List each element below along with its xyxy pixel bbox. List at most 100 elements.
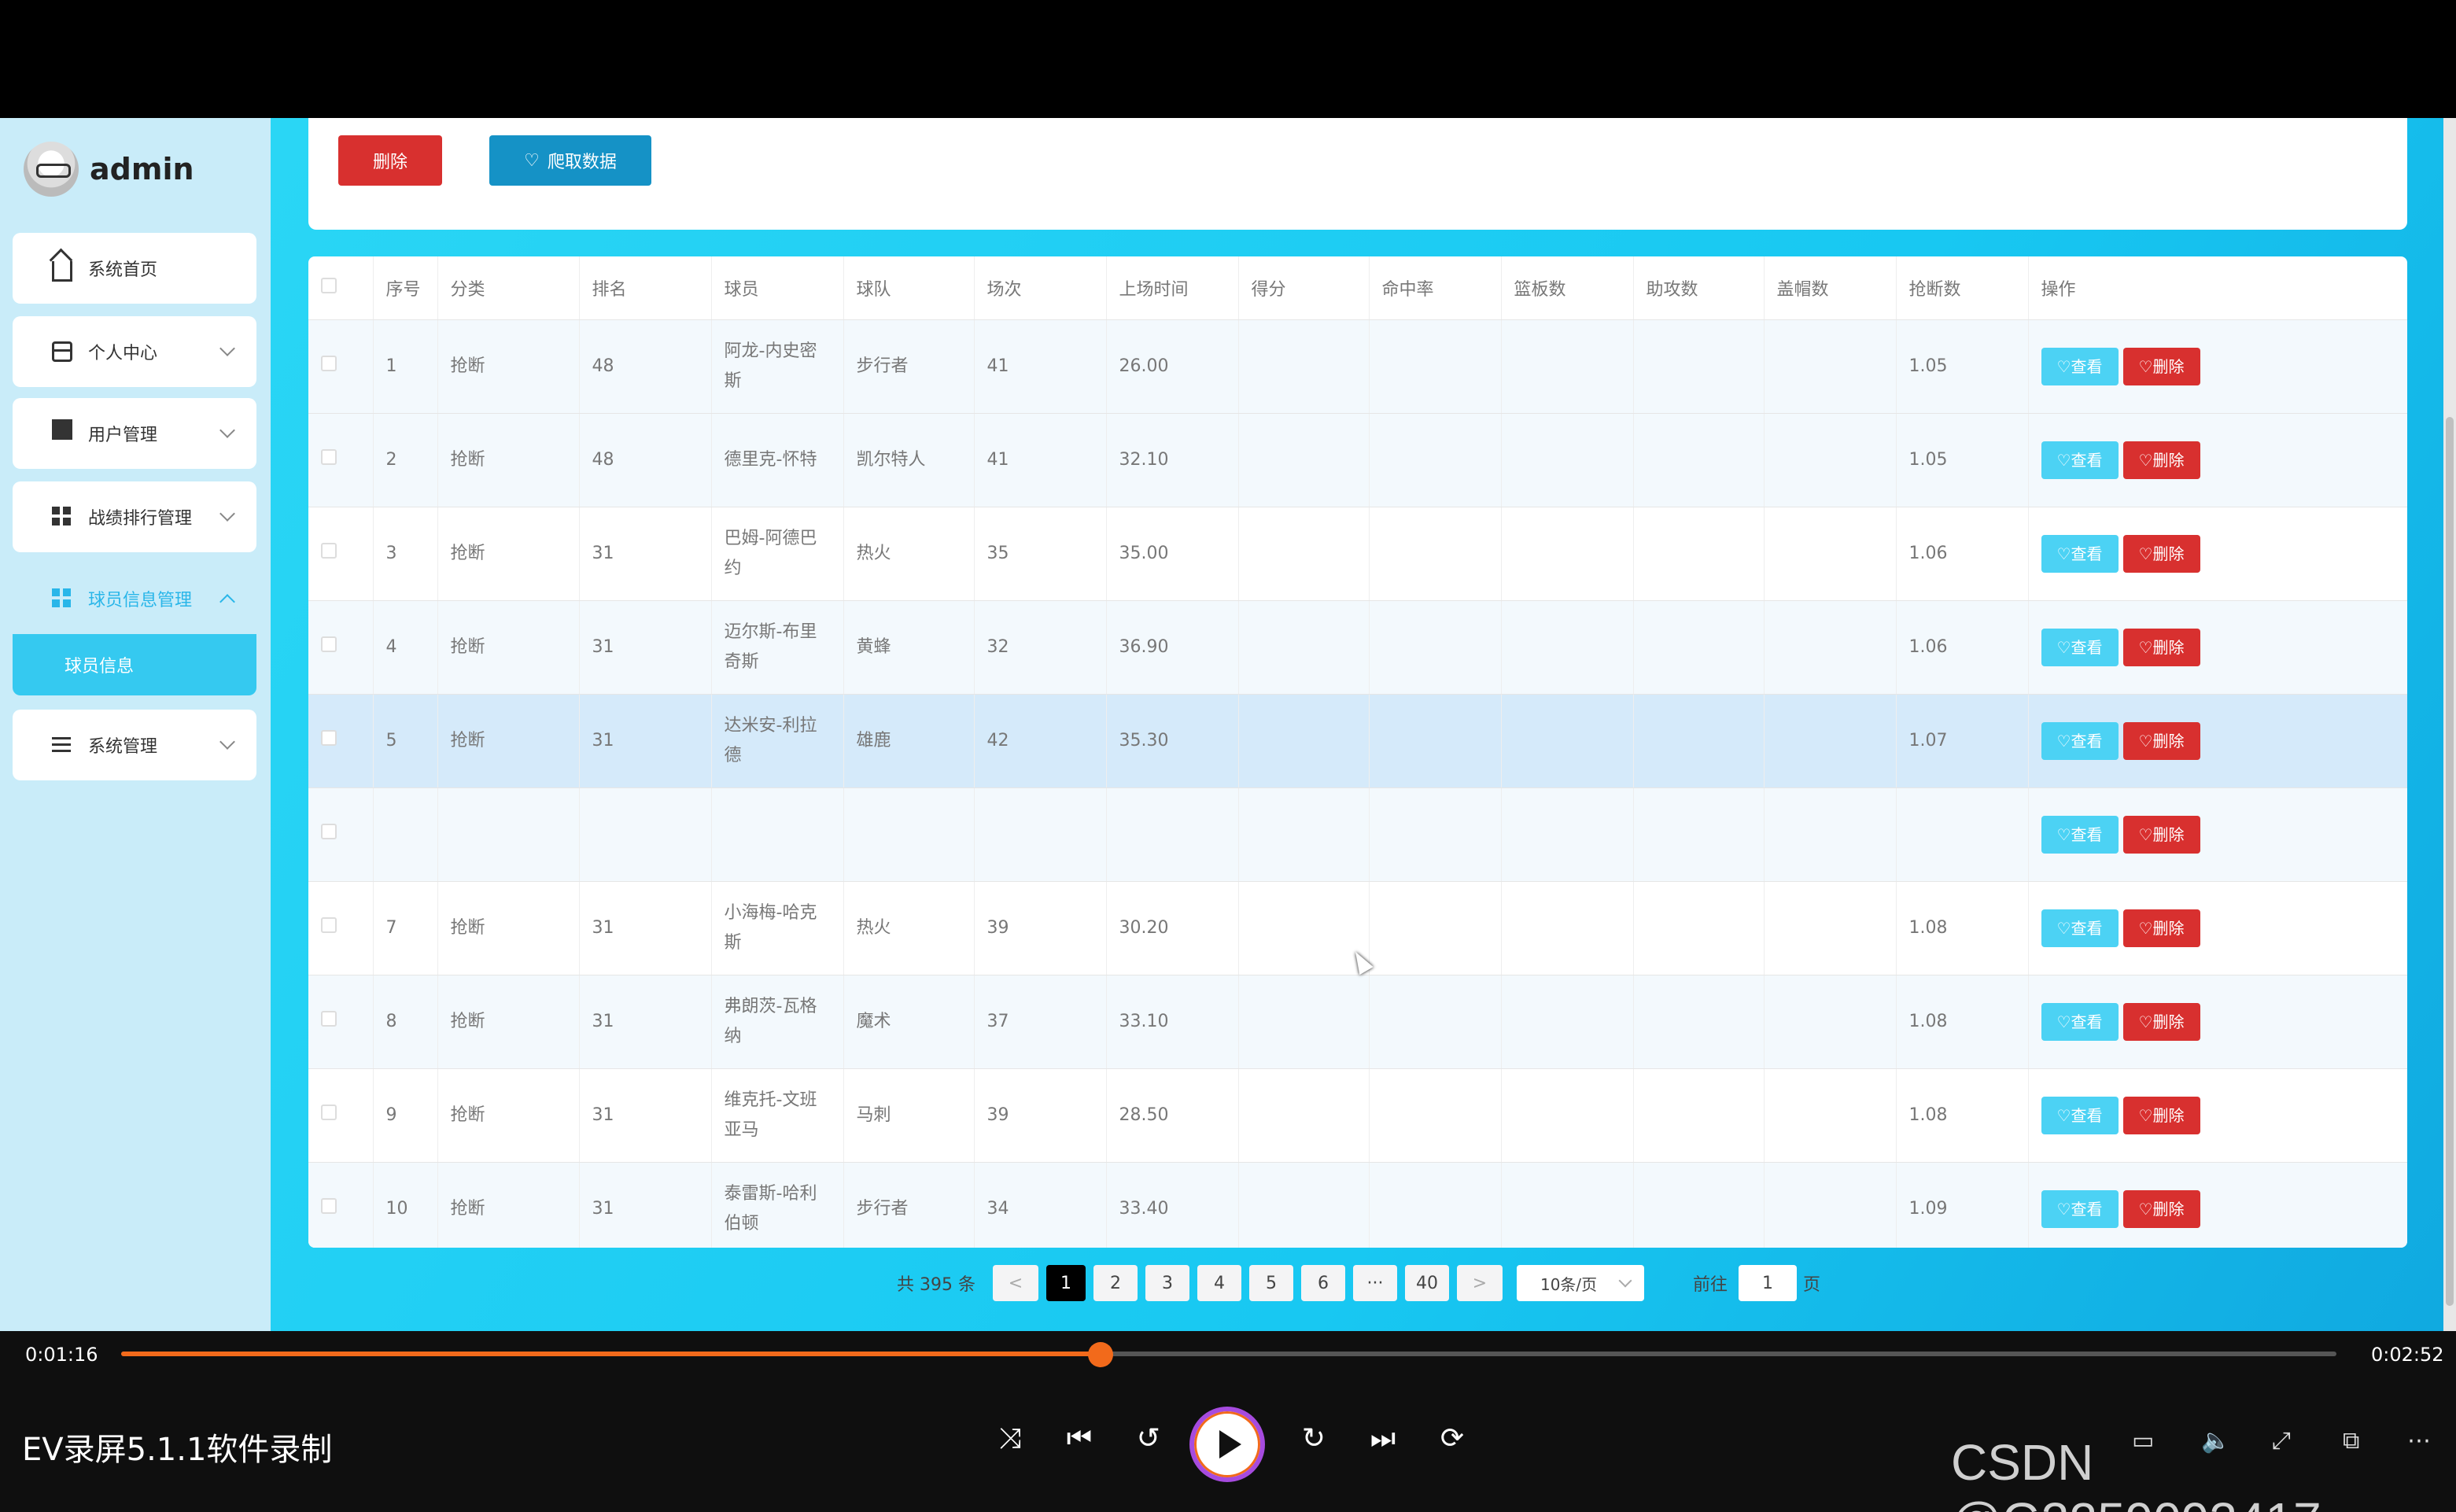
- cell-actions: ♡ 查看 ♡ 删除: [2028, 694, 2407, 788]
- next-icon[interactable]: ⏭: [1359, 1422, 1407, 1455]
- row-checkbox[interactable]: [321, 542, 337, 559]
- sidebar-item-system-management[interactable]: 系统管理: [13, 710, 256, 780]
- row-delete-button[interactable]: ♡ 删除: [2122, 909, 2200, 947]
- row-delete-button[interactable]: ♡ 删除: [2122, 534, 2200, 573]
- row-delete-button[interactable]: ♡ 删除: [2122, 1189, 2200, 1228]
- select-all-checkbox[interactable]: [321, 277, 337, 293]
- heart-icon: ♡: [2056, 356, 2071, 376]
- page-button[interactable]: 4: [1197, 1265, 1241, 1301]
- cell-category: 抢断: [437, 694, 580, 788]
- page-button[interactable]: 6: [1300, 1265, 1345, 1301]
- view-button[interactable]: ♡ 查看: [2041, 721, 2119, 760]
- view-button[interactable]: ♡ 查看: [2041, 1002, 2119, 1041]
- page-button[interactable]: 3: [1145, 1265, 1189, 1301]
- row-checkbox-cell[interactable]: [308, 1068, 374, 1163]
- view-button[interactable]: ♡ 查看: [2041, 1189, 2119, 1228]
- row-delete-button[interactable]: ♡ 删除: [2122, 721, 2200, 760]
- view-button[interactable]: ♡ 查看: [2041, 534, 2119, 573]
- sidebar-item-label: 系统首页: [88, 260, 158, 280]
- view-button[interactable]: ♡ 查看: [2041, 1096, 2119, 1134]
- previous-icon[interactable]: ⏮: [1056, 1422, 1103, 1455]
- row-delete-button[interactable]: ♡ 删除: [2122, 628, 2200, 666]
- column-header: 得分: [1238, 256, 1370, 320]
- page-button[interactable]: 40: [1404, 1265, 1449, 1301]
- sidebar-item-player-info-management[interactable]: 球员信息管理: [13, 563, 256, 634]
- sidebar-item-home[interactable]: 系统首页: [13, 233, 256, 304]
- view-button[interactable]: ♡ 查看: [2041, 815, 2119, 854]
- row-checkbox[interactable]: [321, 355, 337, 371]
- crawl-data-button[interactable]: ♡ 爬取数据: [489, 135, 651, 186]
- row-checkbox[interactable]: [321, 823, 337, 839]
- cell-no: 2: [373, 413, 438, 507]
- view-button[interactable]: ♡ 查看: [2041, 441, 2119, 479]
- sidebar-item-ranking-management[interactable]: 战绩排行管理: [13, 481, 256, 552]
- table-row[interactable]: 2 抢断 48 德里克-怀特 凯尔特人 41 32.10 1.05 ♡ 查看 ♡ 删除: [308, 413, 2407, 507]
- sidebar-item-personal-center[interactable]: 个人中心: [13, 316, 256, 387]
- row-delete-button[interactable]: ♡ 删除: [2122, 815, 2200, 854]
- view-button[interactable]: ♡ 查看: [2041, 347, 2119, 385]
- app-window: admin 系统首页 个人中心 用户管理 战绩排行管理 球员信息管理 球员信息: [0, 118, 2456, 1331]
- page-button[interactable]: 1: [1045, 1265, 1086, 1301]
- row-checkbox-cell[interactable]: [308, 1162, 374, 1248]
- pagination: 共 395 条 < 1 2 3 4 5 6 ··· 40 > 10条/页 前往 …: [897, 1265, 1820, 1301]
- heart-icon: ♡: [2138, 1012, 2153, 1031]
- bulk-delete-button[interactable]: 删除: [338, 135, 442, 186]
- goto-page-input[interactable]: 1: [1739, 1265, 1797, 1301]
- column-header: 序号: [373, 256, 438, 320]
- more-pages-button[interactable]: ···: [1352, 1265, 1397, 1301]
- view-button[interactable]: ♡ 查看: [2041, 628, 2119, 666]
- select-all-cell[interactable]: [308, 256, 374, 320]
- row-checkbox-cell[interactable]: [308, 694, 374, 788]
- row-checkbox[interactable]: [321, 636, 337, 652]
- row-checkbox-cell[interactable]: [308, 600, 374, 695]
- table-row[interactable]: 1 抢断 48 阿龙-内史密斯 步行者 41 26.00 1.05 ♡ 查看 ♡ 删除: [308, 319, 2407, 414]
- cell-games: 42: [974, 694, 1107, 788]
- forward-icon[interactable]: ↻: [1290, 1422, 1337, 1455]
- row-checkbox-cell[interactable]: [308, 319, 374, 414]
- progress-handle[interactable]: [1087, 1342, 1113, 1367]
- row-checkbox[interactable]: [321, 729, 337, 746]
- row-checkbox[interactable]: [321, 1010, 337, 1027]
- row-checkbox[interactable]: [321, 916, 337, 933]
- row-checkbox-cell[interactable]: [308, 881, 374, 975]
- page-size-select[interactable]: 10条/页: [1516, 1265, 1644, 1301]
- page-button[interactable]: 2: [1093, 1265, 1138, 1301]
- table-row[interactable]: 8 抢断 31 弗朗茨-瓦格纳 魔术 37 33.10 1.08 ♡ 查看 ♡ 删除: [308, 975, 2407, 1069]
- cell-no: 1: [373, 319, 438, 414]
- cell-player: 德里克-怀特: [711, 413, 844, 507]
- row-checkbox-cell[interactable]: [308, 507, 374, 601]
- next-page-button[interactable]: >: [1456, 1265, 1503, 1301]
- sidebar-subitem-player-info[interactable]: 球员信息: [13, 634, 256, 695]
- row-checkbox-cell[interactable]: [308, 413, 374, 507]
- cell-assists: [1633, 1068, 1765, 1163]
- cell-rebounds: [1501, 507, 1634, 601]
- scrollbar-thumb[interactable]: [2446, 417, 2454, 1306]
- prev-page-button[interactable]: <: [992, 1265, 1038, 1301]
- page-button[interactable]: 5: [1248, 1265, 1293, 1301]
- sidebar-item-user-management[interactable]: 用户管理: [13, 398, 256, 469]
- play-button[interactable]: [1189, 1407, 1265, 1482]
- scrollbar[interactable]: [2443, 118, 2456, 1331]
- row-delete-button[interactable]: ♡ 删除: [2122, 347, 2200, 385]
- table-row[interactable]: 3 抢断 31 巴姆-阿德巴约 热火 35 35.00 1.06 ♡ 查看 ♡ 删除: [308, 507, 2407, 601]
- repeat-icon[interactable]: ⟳: [1429, 1422, 1476, 1455]
- row-delete-button[interactable]: ♡ 删除: [2122, 1002, 2200, 1041]
- row-delete-button[interactable]: ♡ 删除: [2122, 1096, 2200, 1134]
- row-checkbox[interactable]: [321, 448, 337, 465]
- table-row[interactable]: 4 抢断 31 迈尔斯-布里奇斯 黄蜂 32 36.90 1.06 ♡ 查看 ♡ 删除: [308, 600, 2407, 695]
- row-checkbox[interactable]: [321, 1104, 337, 1120]
- row-checkbox-cell[interactable]: [308, 975, 374, 1069]
- rewind-icon[interactable]: ↺: [1125, 1422, 1172, 1455]
- table-row[interactable]: 10 抢断 31 泰雷斯-哈利伯顿 步行者 34 33.40 1.09 ♡ 查看 ♡ 删除: [308, 1162, 2407, 1248]
- row-checkbox-cell[interactable]: [308, 787, 374, 882]
- cell-games: 35: [974, 507, 1107, 601]
- shuffle-icon[interactable]: ⤨: [986, 1422, 1034, 1455]
- table-row[interactable]: 9 抢断 31 维克托-文班亚马 马刺 39 28.50 1.08 ♡ 查看 ♡ 删除: [308, 1068, 2407, 1163]
- table-row[interactable]: ♡ 查看 ♡ 删除: [308, 787, 2407, 882]
- cell-minutes: 32.10: [1106, 413, 1239, 507]
- row-checkbox[interactable]: [321, 1197, 337, 1214]
- view-button[interactable]: ♡ 查看: [2041, 909, 2119, 947]
- cell-points: [1238, 881, 1370, 975]
- row-delete-button[interactable]: ♡ 删除: [2122, 441, 2200, 479]
- table-row[interactable]: 5 抢断 31 达米安-利拉德 雄鹿 42 35.30 1.07 ♡ 查看 ♡ 删除: [308, 694, 2407, 788]
